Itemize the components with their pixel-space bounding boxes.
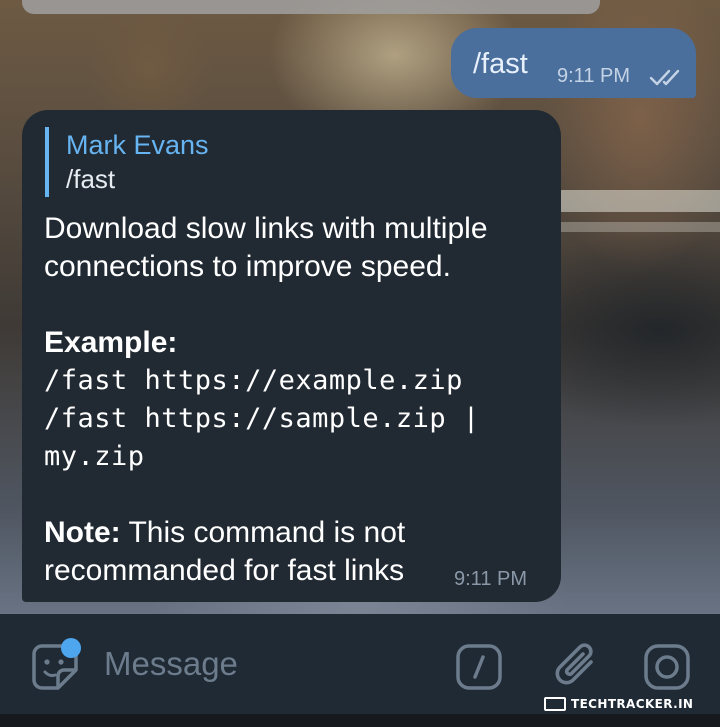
example-line: my.zip bbox=[44, 441, 145, 472]
note-label: Note: bbox=[44, 516, 121, 549]
reply-quoted-text: /fast bbox=[66, 164, 116, 194]
watermark-logo-icon bbox=[544, 697, 566, 711]
double-check-icon bbox=[649, 69, 680, 86]
example-label: Example: bbox=[44, 326, 178, 359]
incoming-message-body: Download slow links with multiple connec… bbox=[44, 210, 549, 590]
navigation-bar bbox=[0, 714, 720, 727]
note-paragraph: Note: This command is not recommanded fo… bbox=[44, 514, 439, 590]
paperclip-icon[interactable] bbox=[553, 640, 601, 692]
bot-command-icon[interactable] bbox=[456, 644, 502, 690]
outgoing-message-text: /fast bbox=[473, 48, 528, 80]
notification-dot bbox=[61, 638, 81, 658]
reply-author-name: Mark Evans bbox=[66, 130, 209, 160]
example-line: /fast https://example.zip bbox=[44, 365, 463, 396]
incoming-message-bubble[interactable]: Mark Evans /fast Download slow links wit… bbox=[22, 110, 561, 602]
command-description: Download slow links with multiple connec… bbox=[44, 212, 488, 283]
example-line: /fast https://sample.zip | bbox=[44, 403, 480, 434]
outgoing-message-time: 9:11 PM bbox=[557, 65, 630, 87]
watermark: TechTracker.in bbox=[544, 693, 693, 715]
outgoing-message-bubble[interactable]: /fast 9:11 PM bbox=[451, 28, 696, 98]
camera-icon[interactable] bbox=[644, 644, 690, 690]
incoming-message-time: 9:11 PM bbox=[454, 568, 527, 590]
previous-message-bubble[interactable] bbox=[22, 0, 600, 14]
reply-quote[interactable]: Mark Evans /fast bbox=[45, 127, 209, 197]
watermark-text: TechTracker.in bbox=[571, 697, 694, 711]
message-input[interactable] bbox=[104, 640, 424, 688]
